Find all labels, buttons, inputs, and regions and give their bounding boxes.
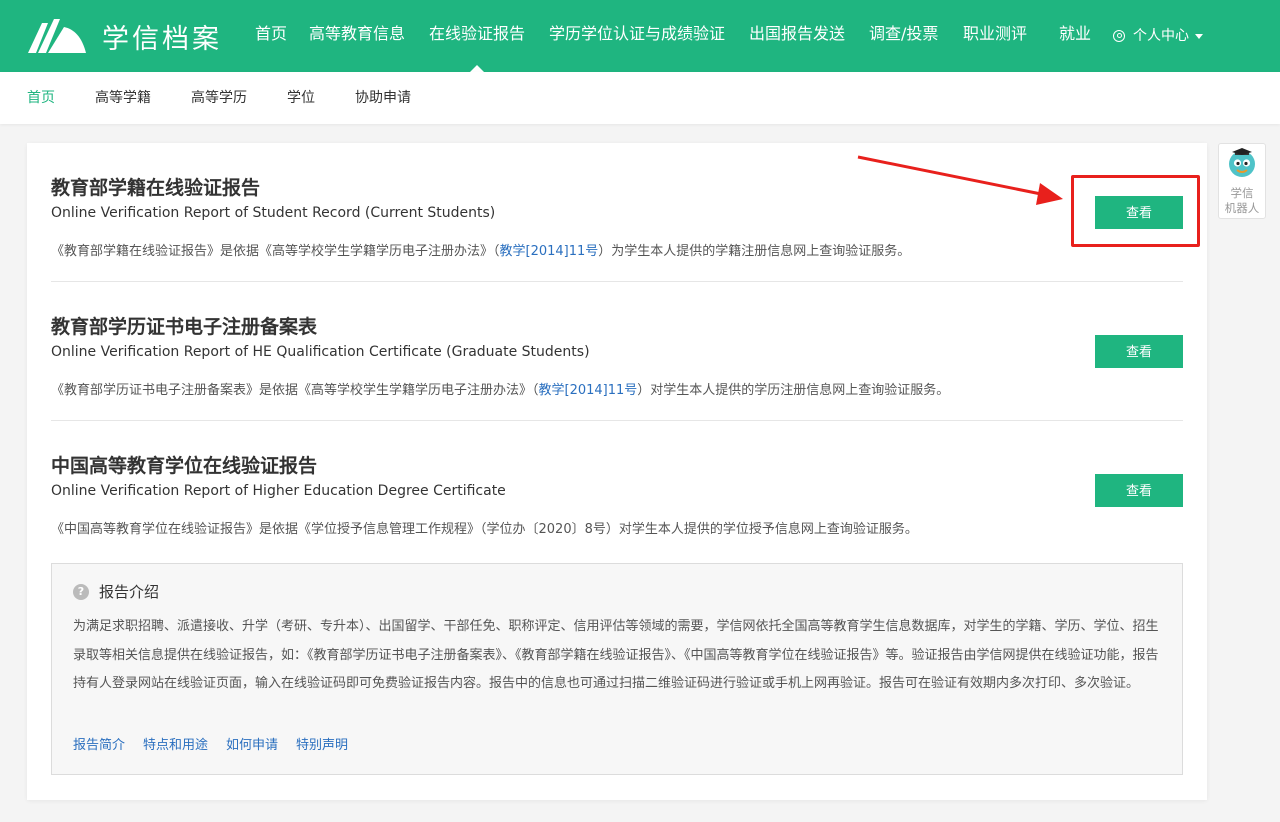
user-icon xyxy=(1113,30,1125,42)
logo-text: 学信档案 xyxy=(102,23,222,55)
report-title: 教育部学历证书电子注册备案表 xyxy=(51,316,318,338)
report-description: 《中国高等教育学位在线验证报告》是依据《学位授予信息管理工作规程》（学位办〔20… xyxy=(51,518,918,537)
link-how-to-apply[interactable]: 如何申请 xyxy=(226,734,278,753)
link-report-summary[interactable]: 报告简介 xyxy=(73,734,125,753)
nav-career-assessment[interactable]: 职业测评 xyxy=(963,0,1027,72)
subnav-assist-apply[interactable]: 协助申请 xyxy=(355,72,411,124)
desc-text-tail: ）为学生本人提供的学籍注册信息网上查询验证服务。 xyxy=(598,244,911,259)
view-button[interactable]: 查看 xyxy=(1095,335,1183,368)
nav-higher-education-info[interactable]: 高等教育信息 xyxy=(309,0,405,72)
report-list-card: 教育部学籍在线验证报告 Online Verification Report o… xyxy=(27,143,1207,800)
view-button[interactable]: 查看 xyxy=(1095,474,1183,507)
sub-navigation-bar: 首页 高等学籍 高等学历 学位 协助申请 xyxy=(0,72,1280,124)
intro-header: ? 报告介绍 xyxy=(73,581,159,602)
report-title-en: Online Verification Report of HE Qualifi… xyxy=(51,344,590,360)
report-title: 教育部学籍在线验证报告 xyxy=(51,177,261,199)
desc-text-tail: ）对学生本人提供的学历注册信息网上查询验证服务。 xyxy=(637,383,950,398)
subnav-higher-student-record[interactable]: 高等学籍 xyxy=(95,72,151,124)
regulation-link[interactable]: 教学[2014]11号 xyxy=(539,383,638,398)
desc-text: 《教育部学籍在线验证报告》是依据《高等学校学生学籍学历电子注册办法》（ xyxy=(51,244,500,259)
intro-heading: 报告介绍 xyxy=(99,583,160,601)
nav-online-verification-report[interactable]: 在线验证报告 xyxy=(429,0,525,73)
question-icon: ? xyxy=(73,583,89,600)
robot-label-line2: 机器人 xyxy=(1224,201,1260,215)
report-description: 《教育部学籍在线验证报告》是依据《高等学校学生学籍学历电子注册办法》（教学[20… xyxy=(51,240,910,259)
user-center-label: 个人中心 xyxy=(1133,28,1189,44)
link-special-statement[interactable]: 特别声明 xyxy=(296,734,348,753)
report-intro-box: ? 报告介绍 为满足求职招聘、派遣接收、升学（考研、专升本）、出国留学、干部任免… xyxy=(51,563,1183,775)
site-logo[interactable]: 学信档案 xyxy=(26,14,222,58)
nav-survey-vote[interactable]: 调查/投票 xyxy=(869,0,938,72)
desc-text: 《中国高等教育学位在线验证报告》是依据《学位授予信息管理工作规程》（学位办〔20… xyxy=(51,522,918,537)
nav-employment[interactable]: 就业 xyxy=(1059,0,1091,72)
logo-mark-icon xyxy=(28,19,86,53)
report-description: 《教育部学历证书电子注册备案表》是依据《高等学校学生学籍学历电子注册办法》（教学… xyxy=(51,379,949,398)
chat-robot-widget[interactable]: 学信 机器人 xyxy=(1218,143,1266,219)
report-item-student-record: 教育部学籍在线验证报告 Online Verification Report o… xyxy=(51,143,1183,282)
intro-body-text: 为满足求职招聘、派遣接收、升学（考研、专升本）、出国留学、干部任免、职称评定、信… xyxy=(73,619,1159,691)
robot-avatar-icon xyxy=(1229,148,1255,177)
intro-links: 报告简介 特点和用途 如何申请 特别声明 xyxy=(73,734,366,753)
subnav-higher-qualification[interactable]: 高等学历 xyxy=(191,72,247,124)
regulation-link[interactable]: 教学[2014]11号 xyxy=(500,244,599,259)
robot-label-line1: 学信 xyxy=(1230,186,1254,200)
robot-label: 学信 机器人 xyxy=(1219,186,1265,216)
report-title: 中国高等教育学位在线验证报告 xyxy=(51,455,318,477)
nav-home[interactable]: 首页 xyxy=(255,0,287,72)
link-features-uses[interactable]: 特点和用途 xyxy=(143,734,208,753)
report-title-en: Online Verification Report of Higher Edu… xyxy=(51,483,506,499)
chevron-down-icon xyxy=(1195,33,1203,39)
user-center-menu[interactable]: 个人中心 xyxy=(1113,0,1203,72)
nav-degree-certification[interactable]: 学历学位认证与成绩验证 xyxy=(549,0,725,72)
top-navigation-bar: 学信档案 首页 高等教育信息 在线验证报告 学历学位认证与成绩验证 出国报告发送… xyxy=(0,0,1280,73)
report-item-qualification-certificate: 教育部学历证书电子注册备案表 Online Verification Repor… xyxy=(51,282,1183,421)
subnav-home[interactable]: 首页 xyxy=(27,72,55,124)
report-title-en: Online Verification Report of Student Re… xyxy=(51,205,496,221)
nav-overseas-report[interactable]: 出国报告发送 xyxy=(749,0,845,72)
subnav-degree[interactable]: 学位 xyxy=(287,72,315,124)
desc-text: 《教育部学历证书电子注册备案表》是依据《高等学校学生学籍学历电子注册办法》（ xyxy=(51,383,539,398)
report-item-degree: 中国高等教育学位在线验证报告 Online Verification Repor… xyxy=(51,421,1183,560)
annotation-highlight-box xyxy=(1071,175,1200,247)
